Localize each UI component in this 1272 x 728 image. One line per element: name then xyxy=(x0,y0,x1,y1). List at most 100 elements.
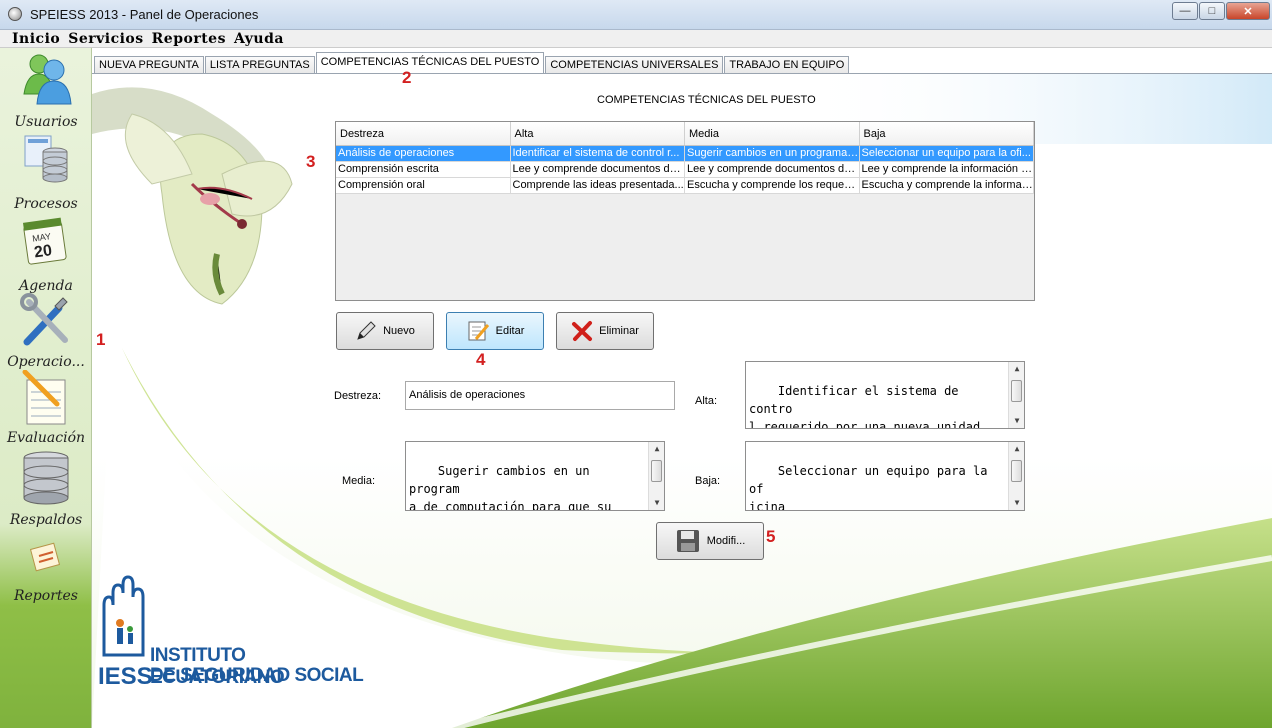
destreza-label: Destreza: xyxy=(334,390,382,402)
alta-textarea[interactable]: Identificar el sistema de contro l reque… xyxy=(745,361,1025,429)
sidebar-item-evaluacion[interactable]: Evaluación xyxy=(0,369,92,446)
tab-divider xyxy=(92,73,1272,74)
alta-text: Identificar el sistema de contro l reque… xyxy=(749,384,981,429)
table-cell: Comprensión escrita xyxy=(336,162,511,177)
title-bar: SPEIESS 2013 - Panel de Operaciones — □ … xyxy=(0,0,1272,30)
table-cell: Escucha y comprende los requeri... xyxy=(687,178,860,193)
tab-lista-preguntas[interactable]: LISTA PREGUNTAS xyxy=(204,56,315,74)
report-icon xyxy=(19,542,73,578)
logo-acronym: IESS xyxy=(98,663,153,690)
scroll-down-icon[interactable]: ▼ xyxy=(1009,414,1024,428)
new-button-label: Nuevo xyxy=(383,325,415,337)
logo-line-2: DE SEGURIDAD SOCIAL xyxy=(150,665,364,686)
column-header-alta[interactable]: Alta xyxy=(511,122,685,145)
sidebar-item-reportes[interactable]: Reportes xyxy=(0,542,92,604)
delete-button[interactable]: Eliminar xyxy=(556,312,654,350)
alta-label: Alta: xyxy=(695,395,718,407)
database-icon xyxy=(19,132,73,186)
annotation-2: 2 xyxy=(402,68,412,87)
media-label: Media: xyxy=(342,475,376,487)
baja-textarea[interactable]: Seleccionar un equipo para la of icina ▲… xyxy=(745,441,1025,511)
baja-scrollbar[interactable]: ▲ ▼ xyxy=(1008,442,1024,510)
table-header: Destreza Alta Media Baja xyxy=(336,122,1034,146)
competencias-table[interactable]: Destreza Alta Media Baja Análisis de ope… xyxy=(335,121,1035,301)
sidebar-item-procesos[interactable]: Procesos xyxy=(0,132,92,212)
modify-button[interactable]: Modifi... xyxy=(656,522,764,560)
annotation-4: 4 xyxy=(476,350,486,369)
tab-competencias-tecnicas[interactable]: COMPETENCIAS TÉCNICAS DEL PUESTO xyxy=(315,52,545,74)
edit-button-label: Editar xyxy=(495,325,525,337)
scroll-thumb[interactable] xyxy=(1011,460,1022,482)
sidebar-item-operaciones[interactable]: Operacio... xyxy=(0,292,92,370)
iess-logo: INSTITUTO ECUATORIANO DE SEGURIDAD SOCIA… xyxy=(98,575,373,690)
delete-x-icon xyxy=(572,321,593,341)
media-textarea[interactable]: Sugerir cambios en un program a de compu… xyxy=(405,441,665,511)
table-row[interactable]: Análisis de operaciones Identificar el s… xyxy=(336,146,1034,162)
scroll-thumb[interactable] xyxy=(651,460,662,482)
annotation-1: 1 xyxy=(96,330,106,349)
menu-reportes[interactable]: Reportes xyxy=(152,30,226,47)
table-cell: Comprensión oral xyxy=(336,178,511,193)
table-row[interactable]: Comprensión oral Comprende las ideas pre… xyxy=(336,178,1034,194)
close-button[interactable]: ✕ xyxy=(1226,2,1270,20)
save-disk-icon xyxy=(676,530,699,552)
table-cell: Seleccionar un equipo para la ofi... xyxy=(860,146,1034,161)
menu-ayuda[interactable]: Ayuda xyxy=(234,30,284,47)
baja-label: Baja: xyxy=(695,475,721,487)
menu-inicio[interactable]: Inicio xyxy=(12,30,60,47)
sidebar-item-label: Operacio... xyxy=(7,354,85,370)
alta-scrollbar[interactable]: ▲ ▼ xyxy=(1008,362,1024,428)
calendar-day: 20 xyxy=(33,242,53,261)
tab-trabajo-en-equipo[interactable]: TRABAJO EN EQUIPO xyxy=(724,56,850,74)
scroll-down-icon[interactable]: ▼ xyxy=(1009,496,1024,510)
column-header-media[interactable]: Media xyxy=(685,122,860,145)
hand-family-icon xyxy=(102,575,145,657)
media-scrollbar[interactable]: ▲ ▼ xyxy=(648,442,664,510)
sidebar-item-respaldos[interactable]: Respaldos xyxy=(0,450,92,528)
scroll-thumb[interactable] xyxy=(1011,380,1022,402)
pencil-icon xyxy=(357,321,376,340)
table-cell: Lee y comprende la información s... xyxy=(861,162,1034,177)
table-cell: Sugerir cambios en un programa ... xyxy=(687,146,860,161)
sidebar-item-label: Procesos xyxy=(14,196,78,212)
table-cell: Escucha y comprende la informac... xyxy=(861,178,1034,193)
users-icon xyxy=(19,50,73,105)
media-text: Sugerir cambios en un program a de compu… xyxy=(409,464,612,511)
new-button[interactable]: Nuevo xyxy=(336,312,434,350)
scroll-up-icon[interactable]: ▲ xyxy=(649,442,664,456)
section-title: COMPETENCIAS TÉCNICAS DEL PUESTO xyxy=(597,94,816,106)
sidebar-item-agenda[interactable]: MAY 20 Agenda xyxy=(0,214,92,294)
sidebar-item-label: Usuarios xyxy=(14,114,78,130)
table-cell: Lee y comprende documentos de... xyxy=(687,162,860,177)
sidebar-item-label: Respaldos xyxy=(9,512,83,528)
flower-image xyxy=(92,87,293,305)
calendar-icon: MAY 20 xyxy=(19,214,73,268)
scroll-up-icon[interactable]: ▲ xyxy=(1009,442,1024,456)
sidebar-item-usuarios[interactable]: Usuarios xyxy=(0,50,92,130)
menu-servicios[interactable]: Servicios xyxy=(68,30,143,47)
edit-document-icon xyxy=(468,321,489,341)
column-header-destreza[interactable]: Destreza xyxy=(336,122,511,145)
edit-button[interactable]: Editar xyxy=(446,312,544,350)
backup-icon xyxy=(19,450,73,505)
tab-nueva-pregunta[interactable]: NUEVA PREGUNTA xyxy=(94,56,204,74)
delete-button-label: Eliminar xyxy=(599,325,639,337)
sidebar-item-label: Evaluación xyxy=(6,430,86,446)
window-title: SPEIESS 2013 - Panel de Operaciones xyxy=(30,7,259,22)
app-icon xyxy=(8,7,22,21)
table-cell: Análisis de operaciones xyxy=(336,146,511,161)
table-cell: Identificar el sistema de control r... xyxy=(511,146,685,161)
tab-competencias-universales[interactable]: COMPETENCIAS UNIVERSALES xyxy=(545,56,724,74)
table-cell: Comprende las ideas presentada... xyxy=(512,178,685,193)
tools-icon xyxy=(19,292,73,346)
sidebar: Usuarios Procesos MAY 20 Agenda Operacio… xyxy=(0,48,92,728)
annotation-3: 3 xyxy=(306,152,316,171)
scroll-up-icon[interactable]: ▲ xyxy=(1009,362,1024,376)
maximize-button[interactable]: □ xyxy=(1199,2,1225,20)
minimize-button[interactable]: — xyxy=(1172,2,1198,20)
menu-bar: Inicio Servicios Reportes Ayuda xyxy=(0,30,1272,48)
column-header-baja[interactable]: Baja xyxy=(860,122,1034,145)
destreza-field[interactable]: Análisis de operaciones xyxy=(405,381,675,410)
table-row[interactable]: Comprensión escrita Lee y comprende docu… xyxy=(336,162,1034,178)
scroll-down-icon[interactable]: ▼ xyxy=(649,496,664,510)
